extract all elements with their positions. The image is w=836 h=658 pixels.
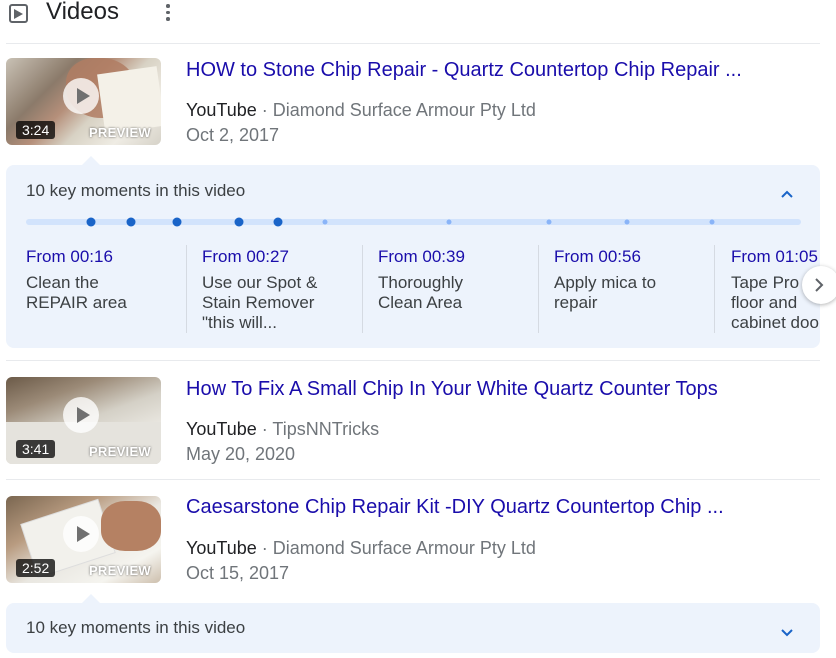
key-moment[interactable]: From 00:16 Clean the REPAIR area [26, 247, 184, 337]
video-title-link[interactable]: HOW to Stone Chip Repair - Quartz Counte… [186, 59, 742, 82]
play-icon [63, 78, 99, 114]
source-name: YouTube [186, 100, 257, 120]
timeline-marker[interactable] [273, 217, 283, 227]
moment-description: Thoroughly Clean Area [378, 273, 464, 312]
video-date: May 20, 2020 [186, 444, 296, 464]
key-moments-panel: 10 key moments in this video From 00:16 … [6, 165, 820, 348]
timeline-marker[interactable] [86, 217, 96, 227]
key-moment[interactable]: From 00:27 Use our Spot & Stain Remover … [202, 247, 360, 337]
video-date: Oct 2, 2017 [186, 125, 280, 145]
preview-label: PREVIEW [88, 444, 151, 459]
video-thumbnail[interactable]: 2:52 PREVIEW [6, 496, 161, 583]
timeline-marker[interactable] [446, 219, 452, 225]
chevron-right-icon [815, 278, 824, 292]
moment-timestamp: From 00:27 [202, 247, 289, 266]
key-moments-panel-collapsed[interactable]: 10 key moments in this video [6, 603, 820, 653]
videos-header: Videos [6, 0, 206, 30]
section-title: Videos [46, 0, 119, 25]
duration-badge: 3:41 [16, 440, 56, 458]
timeline-marker[interactable] [172, 217, 182, 227]
preview-label: PREVIEW [88, 125, 151, 140]
timeline-marker[interactable] [234, 217, 244, 227]
video-source: YouTube · TipsNNTricks [186, 419, 379, 440]
key-moment[interactable]: From 00:39 Thoroughly Clean Area [378, 247, 536, 337]
thumbnail-image-detail [101, 501, 161, 551]
scroll-next-button[interactable] [802, 266, 836, 304]
channel-name: · Diamond Surface Armour Pty Ltd [261, 100, 536, 120]
source-name: YouTube [186, 538, 257, 558]
key-moment[interactable]: From 00:56 Apply mica to repair [554, 247, 712, 337]
video-title-link[interactable]: How To Fix A Small Chip In Your White Qu… [186, 378, 718, 401]
source-name: YouTube [186, 419, 257, 439]
duration-badge: 3:24 [16, 121, 56, 139]
chevron-down-icon[interactable] [781, 624, 793, 642]
play-icon [63, 397, 99, 433]
channel-name: · Diamond Surface Armour Pty Ltd [261, 538, 536, 558]
divider [6, 43, 820, 44]
moment-description: Clean the REPAIR area [26, 273, 127, 312]
video-date: Oct 15, 2017 [186, 563, 290, 583]
moment-timestamp: From 01:05 [731, 247, 818, 266]
divider [6, 360, 820, 361]
video-thumbnail[interactable]: 3:41 PREVIEW [6, 377, 161, 464]
video-play-icon [9, 4, 28, 23]
key-moments-toggle-label[interactable]: 10 key moments in this video [26, 618, 245, 638]
moment-description: Apply mica to repair [554, 273, 657, 312]
chevron-up-icon[interactable] [781, 185, 793, 203]
play-icon [63, 516, 99, 552]
timeline-marker[interactable] [322, 219, 328, 225]
moment-description: Use our Spot & Stain Remover "this will.… [202, 273, 318, 332]
moment-separator [714, 245, 715, 333]
timeline-marker[interactable] [709, 219, 715, 225]
panel-pointer [82, 156, 100, 165]
channel-name: · TipsNNTricks [261, 419, 380, 439]
thumbnail-image-detail [97, 66, 161, 134]
video-source: YouTube · Diamond Surface Armour Pty Ltd [186, 100, 536, 121]
video-thumbnail[interactable]: 3:24 PREVIEW [6, 58, 161, 145]
divider [6, 479, 820, 480]
key-moments-toggle-label[interactable]: 10 key moments in this video [26, 181, 245, 201]
duration-badge: 2:52 [16, 559, 56, 577]
moment-timestamp: From 00:16 [26, 247, 113, 266]
timeline-marker[interactable] [126, 217, 136, 227]
timeline-marker[interactable] [624, 219, 630, 225]
moment-timestamp: From 00:39 [378, 247, 465, 266]
timeline-track [26, 217, 801, 227]
preview-label: PREVIEW [88, 563, 151, 578]
moment-separator [538, 245, 539, 333]
moment-separator [186, 245, 187, 333]
more-vert-icon[interactable] [166, 4, 170, 24]
video-title-link[interactable]: Caesarstone Chip Repair Kit -DIY Quartz … [186, 496, 724, 519]
video-source: YouTube · Diamond Surface Armour Pty Ltd [186, 538, 536, 559]
moment-timestamp: From 00:56 [554, 247, 641, 266]
moment-separator [362, 245, 363, 333]
panel-pointer [82, 594, 100, 603]
timeline-marker[interactable] [546, 219, 552, 225]
